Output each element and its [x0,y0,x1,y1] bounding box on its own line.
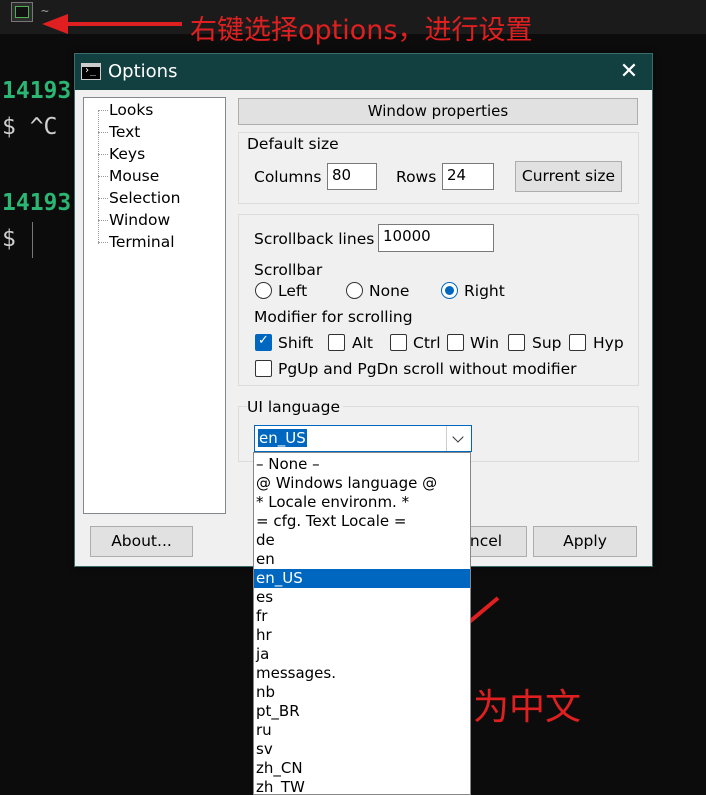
win-checkbox[interactable] [447,334,464,351]
ui-language-select[interactable]: en_US [254,425,472,452]
pgup-label[interactable]: PgUp and PgDn scroll without modifier [278,360,577,378]
language-option[interactable]: * Locale environm. * [254,493,470,512]
columns-label: Columns [254,168,322,186]
ui-language-legend: UI language [247,398,344,416]
current-size-button[interactable]: Current size [515,161,622,192]
shift-label[interactable]: Shift [278,334,313,352]
terminal-title: ~ [41,4,49,19]
language-option[interactable]: zh_TW [254,778,470,794]
tree-connector [98,198,108,199]
language-option-selected[interactable]: en_US [254,569,470,588]
tree-item-looks[interactable]: Looks [109,101,153,119]
scrollbar-right-label[interactable]: Right [464,282,505,300]
columns-input[interactable]: 80 [327,163,377,190]
alt-checkbox[interactable] [328,334,345,351]
scrollbar-label: Scrollbar [254,261,323,279]
scrollbar-left-label[interactable]: Left [278,282,307,300]
tree-connector [98,220,108,221]
tree-connector [98,110,99,244]
tree-item-text[interactable]: Text [109,123,140,141]
apply-button[interactable]: Apply [533,526,637,557]
terminal-prompt-line: $ [2,226,16,252]
language-option[interactable]: fr [254,607,470,626]
close-icon[interactable]: ✕ [614,58,644,86]
shift-checkbox[interactable] [255,333,272,351]
ui-language-selected: en_US [258,429,307,447]
language-option[interactable]: pt_BR [254,702,470,721]
language-option[interactable]: hr [254,626,470,645]
section-header: Window properties [238,98,638,125]
hyp-label[interactable]: Hyp [593,334,624,352]
sup-label[interactable]: Sup [532,334,562,352]
scrollbar-right-radio[interactable] [441,282,458,299]
tree-item-terminal[interactable]: Terminal [109,233,175,251]
language-option[interactable]: es [254,588,470,607]
ctrl-checkbox[interactable] [390,334,407,351]
sup-checkbox[interactable] [508,334,525,351]
options-tree: Looks Text Keys Mouse Selection Window T… [83,97,226,514]
scrollbar-left-radio[interactable] [255,282,272,299]
dialog-titlebar[interactable]: Options ✕ [75,54,652,90]
rows-label: Rows [396,168,437,186]
tree-item-window[interactable]: Window [109,211,170,229]
default-size-legend: Default size [247,135,339,153]
terminal-cursor [32,222,33,258]
terminal-pid-line: 14193 [2,190,72,216]
language-option[interactable]: @ Windows language @ [254,474,470,493]
win-label[interactable]: Win [470,334,499,352]
scrollback-label: Scrollback lines [254,230,375,248]
language-option[interactable]: messages. [254,664,470,683]
tree-connector [98,132,108,133]
rows-input[interactable]: 24 [442,163,494,190]
tree-connector [98,242,108,243]
language-option[interactable]: = cfg. Text Locale = [254,512,470,531]
ui-language-dropdown[interactable]: – None – @ Windows language @ * Locale e… [253,452,471,795]
language-option[interactable]: nb [254,683,470,702]
scrollbar-none-radio[interactable] [346,282,363,299]
hyp-checkbox[interactable] [569,334,586,351]
language-option[interactable]: sv [254,740,470,759]
dialog-title: Options [108,61,178,82]
tree-item-keys[interactable]: Keys [109,145,145,163]
tree-connector [98,110,108,111]
tree-item-selection[interactable]: Selection [109,189,180,207]
language-option[interactable]: ru [254,721,470,740]
language-option[interactable]: en [254,550,470,569]
language-option[interactable]: de [254,531,470,550]
scrollback-input[interactable]: 10000 [378,224,494,252]
about-button[interactable]: About... [90,526,193,557]
terminal-app-icon[interactable] [11,2,33,22]
alt-label[interactable]: Alt [352,334,373,352]
pgup-checkbox[interactable] [255,360,272,377]
annotation-right-click-options: 右键选择options，进行设置 [190,15,533,46]
modifier-label: Modifier for scrolling [254,308,413,326]
language-option[interactable]: – None – [254,455,470,474]
terminal-pid-line: 14193 [2,78,72,104]
ctrl-label[interactable]: Ctrl [413,334,441,352]
chevron-down-icon[interactable] [446,426,471,451]
tree-connector [98,176,108,177]
tree-item-mouse[interactable]: Mouse [109,167,159,185]
tree-connector [98,154,108,155]
language-option[interactable]: ja [254,645,470,664]
terminal-prompt-line: $ ^C [2,114,58,140]
terminal-icon [81,63,101,80]
scrollbar-none-label[interactable]: None [369,282,409,300]
language-option-zh-cn[interactable]: zh_CN [254,759,470,778]
